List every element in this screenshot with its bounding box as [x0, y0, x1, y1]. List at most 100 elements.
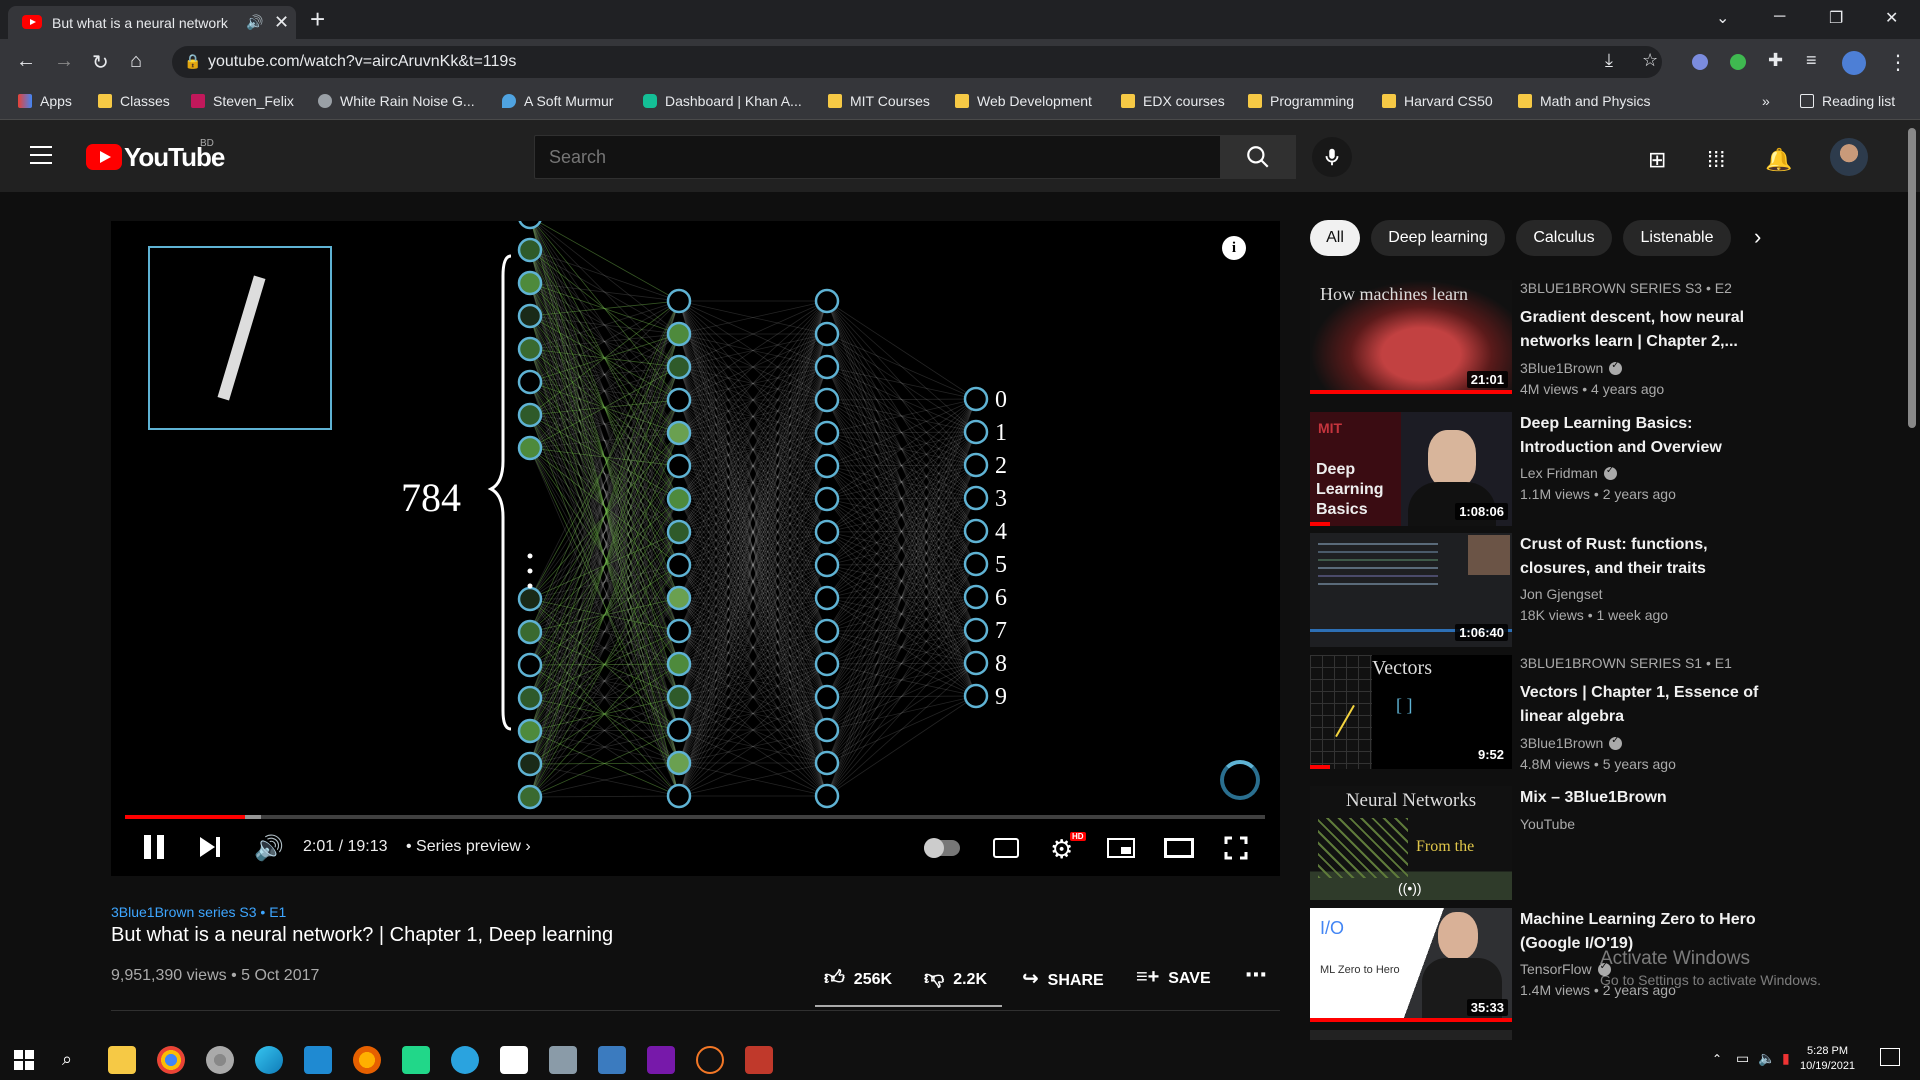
like-button[interactable]: 👍︎ 256K	[824, 966, 892, 990]
speaker-tray-icon[interactable]: 🔈	[1758, 1050, 1775, 1067]
bookmark-mit[interactable]: MIT Courses	[828, 93, 930, 109]
close-tab-icon[interactable]: ✕	[274, 12, 289, 33]
info-icon[interactable]: i	[1222, 236, 1246, 260]
recommendation-title[interactable]: Gradient descent, how neural networks le…	[1520, 306, 1770, 354]
notifications-bell-icon[interactable]: 🔔	[1765, 147, 1792, 173]
search-button[interactable]	[1221, 135, 1296, 179]
save-button[interactable]: ≡+ SAVE	[1136, 966, 1211, 989]
onenote-icon[interactable]	[647, 1046, 675, 1074]
miniplayer-icon[interactable]	[1107, 838, 1135, 858]
channel-name[interactable]: 3Blue1Brown	[1520, 360, 1623, 376]
address-bar[interactable]: 🔒 youtube.com/watch?v=aircAruvnKk&t=119s	[172, 46, 1662, 78]
firefox-icon[interactable]	[353, 1046, 381, 1074]
bookmark-soft-murmur[interactable]: A Soft Murmur	[502, 93, 613, 109]
bookmark-white-rain[interactable]: White Rain Noise G...	[318, 93, 475, 109]
video-thumbnail[interactable]: Vectors [ ] 9:52	[1310, 655, 1512, 769]
channel-name[interactable]: Lex Fridman	[1520, 465, 1617, 481]
create-video-icon[interactable]: ⊞	[1648, 147, 1666, 173]
channel-name[interactable]: 3Blue1Brown	[1520, 735, 1623, 751]
chip-deep-learning[interactable]: Deep learning	[1371, 220, 1505, 256]
notification-center-icon[interactable]	[1880, 1048, 1900, 1066]
chrome-menu-icon[interactable]: ⋮	[1888, 50, 1908, 75]
home-icon[interactable]: ⌂	[130, 50, 142, 73]
page-scrollbar[interactable]	[1908, 128, 1916, 428]
url-text[interactable]: youtube.com/watch?v=aircAruvnKk&t=119s	[208, 53, 516, 71]
reload-icon[interactable]: ↻	[92, 50, 109, 75]
channel-name[interactable]: TensorFlow	[1520, 961, 1611, 977]
series-preview-button[interactable]: • Series preview ›	[406, 838, 531, 856]
autoplay-toggle[interactable]	[924, 838, 960, 858]
avatar[interactable]	[1830, 138, 1868, 176]
extension-green-icon[interactable]	[1730, 54, 1746, 70]
restore-button[interactable]: ❐	[1829, 8, 1843, 28]
new-tab-button[interactable]: +	[310, 5, 325, 33]
jupyter-icon[interactable]	[696, 1046, 724, 1074]
network-icon[interactable]: ▭	[1736, 1050, 1749, 1067]
next-button[interactable]	[198, 834, 222, 867]
recommendation-title[interactable]: Crust of Rust: functions, closures, and …	[1520, 533, 1770, 581]
app-icon[interactable]	[549, 1046, 577, 1074]
bookmark-steven-felix[interactable]: Steven_Felix	[191, 93, 294, 109]
video-thumbnail[interactable]: 1:06:40	[1310, 533, 1512, 647]
edge-icon[interactable]	[255, 1046, 283, 1074]
volume-icon[interactable]: 🔊	[254, 834, 284, 863]
profile-icon[interactable]	[1842, 51, 1866, 75]
bookmark-programming[interactable]: Programming	[1248, 93, 1354, 109]
chrome-profile-icon[interactable]	[206, 1046, 234, 1074]
channel-name[interactable]: Jon Gjengset	[1520, 586, 1603, 602]
more-actions-icon[interactable]: ⋯	[1245, 962, 1267, 988]
bookmark-star-icon[interactable]: ☆	[1642, 50, 1658, 71]
video-thumbnail[interactable]: Neural Networks From the ((•))	[1310, 786, 1512, 900]
taskbar-search-icon[interactable]: ⌕	[62, 1049, 72, 1070]
app-red-icon[interactable]	[745, 1046, 773, 1074]
video-thumbnail[interactable]: How machines learn 21:01	[1310, 280, 1512, 394]
notion-icon[interactable]	[500, 1046, 528, 1074]
recommendation-title[interactable]: Deep Learning Basics: Introduction and O…	[1520, 412, 1770, 460]
bookmark-apps[interactable]: Apps	[18, 93, 72, 109]
share-button[interactable]: ↪ SHARE	[1022, 966, 1104, 991]
back-icon[interactable]: ←	[16, 50, 36, 73]
bookmark-math[interactable]: Math and Physics	[1518, 93, 1651, 109]
subtitles-icon[interactable]	[993, 838, 1019, 858]
dislike-button[interactable]: 👎︎ 2.2K	[924, 966, 987, 990]
recommendation-title[interactable]: Mix – 3Blue1Brown	[1520, 786, 1770, 810]
system-clock[interactable]: 5:28 PM 10/19/2021	[1800, 1044, 1855, 1074]
forward-icon[interactable]: →	[54, 50, 74, 73]
tab-search-icon[interactable]: ⌄	[1716, 8, 1729, 28]
bookmark-classes[interactable]: Classes	[98, 93, 170, 109]
minimize-button[interactable]: ─	[1774, 8, 1785, 26]
windows-start-icon[interactable]	[14, 1050, 34, 1070]
chrome-icon[interactable]	[157, 1046, 185, 1074]
battery-icon[interactable]: ▮	[1782, 1050, 1790, 1067]
speaker-icon[interactable]: 🔊	[246, 14, 263, 31]
puzzle-icon[interactable]: ✚	[1768, 50, 1783, 71]
bookmark-khan[interactable]: Dashboard | Khan A...	[643, 93, 802, 109]
install-icon[interactable]: ⤓	[1605, 50, 1613, 71]
file-explorer-icon[interactable]	[108, 1046, 136, 1074]
fullscreen-icon[interactable]	[1224, 836, 1248, 865]
pycharm-icon[interactable]	[402, 1046, 430, 1074]
chip-all[interactable]: All	[1310, 220, 1360, 256]
bookmarks-overflow-icon[interactable]: »	[1762, 93, 1770, 109]
media-control-icon[interactable]: ≡	[1806, 50, 1817, 71]
bookmark-webdev[interactable]: Web Development	[955, 93, 1092, 109]
telegram-icon[interactable]	[451, 1046, 479, 1074]
chevron-right-icon[interactable]: ›	[1754, 224, 1761, 250]
youtube-logo-icon[interactable]	[86, 144, 122, 170]
pause-button[interactable]	[142, 834, 166, 867]
vscode-icon[interactable]	[304, 1046, 332, 1074]
reading-list[interactable]: Reading list	[1800, 93, 1895, 109]
browser-tab[interactable]: But what is a neural network 🔊 ✕	[8, 6, 296, 39]
channel-name[interactable]: YouTube	[1520, 816, 1575, 832]
voice-search-button[interactable]	[1312, 137, 1352, 177]
close-window-button[interactable]: ✕	[1885, 8, 1898, 28]
video-thumbnail[interactable]: MIT Deep Learning Basics 1:08:06	[1310, 412, 1512, 526]
calculator-icon[interactable]	[598, 1046, 626, 1074]
chip-listenable[interactable]: Listenable	[1623, 220, 1731, 256]
next-recommendation-peek[interactable]	[1310, 1030, 1512, 1040]
hamburger-menu-icon[interactable]	[30, 146, 52, 164]
bookmark-cs50[interactable]: Harvard CS50	[1382, 93, 1493, 109]
video-thumbnail[interactable]: I/O ML Zero to Hero 35:33	[1310, 908, 1512, 1022]
video-series-link[interactable]: 3Blue1Brown series S3 • E1	[111, 904, 286, 920]
extension-icon[interactable]	[1692, 54, 1708, 70]
